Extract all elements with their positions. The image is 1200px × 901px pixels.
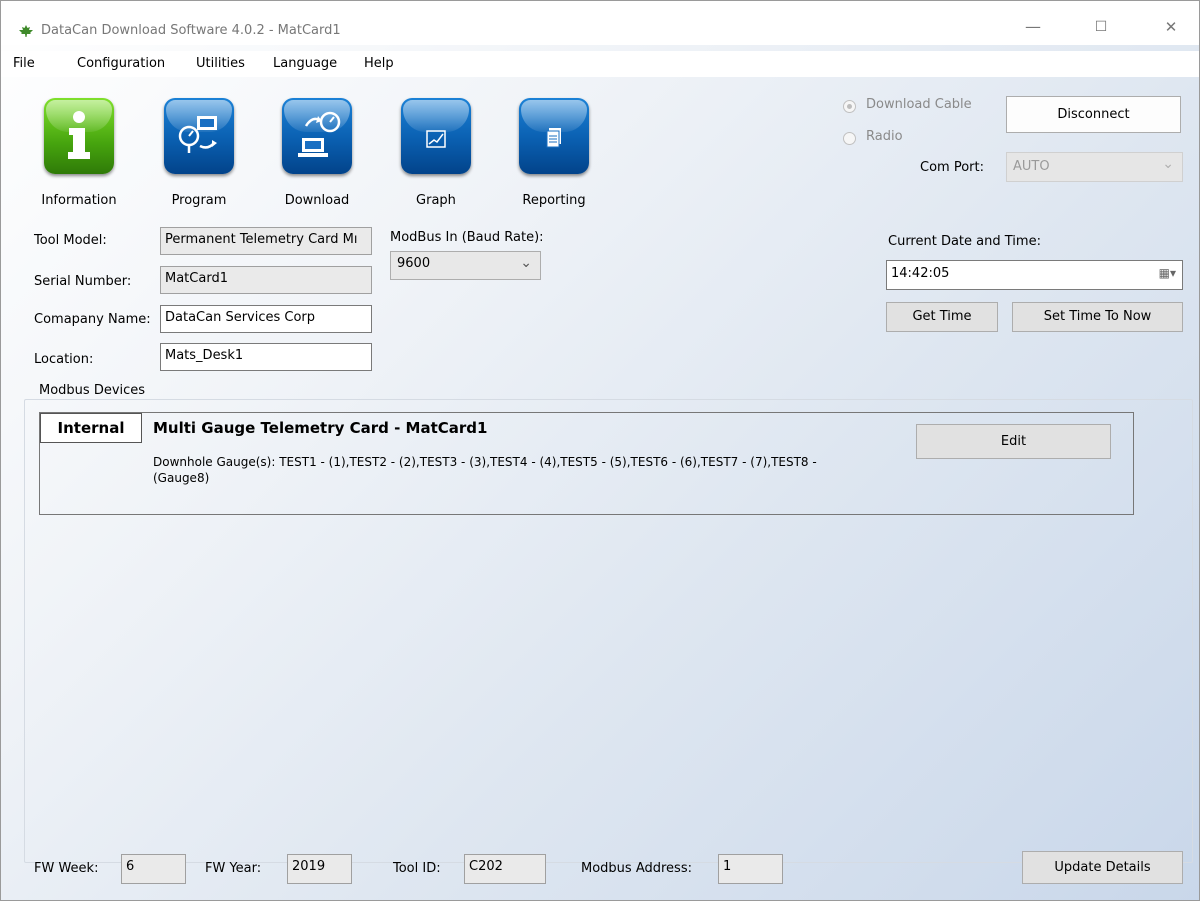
reporting-icon xyxy=(546,128,561,148)
tool-id-field[interactable]: C202 xyxy=(464,854,546,884)
modbus-devices-title: Modbus Devices xyxy=(39,383,146,398)
close-button[interactable]: ✕ xyxy=(1151,15,1191,39)
download-icon xyxy=(298,111,341,157)
fw-week-label: FW Week: xyxy=(34,861,99,876)
menu-configuration[interactable]: Configuration xyxy=(77,56,165,71)
datetime-label: Current Date and Time: xyxy=(888,234,1041,249)
menu-bar: File Configuration Utilities Language He… xyxy=(1,51,1199,77)
title-bar: DataCan Download Software 4.0.2 - MatCar… xyxy=(1,1,1199,45)
reporting-label: Reporting xyxy=(522,193,586,208)
app-window: DataCan Download Software 4.0.2 - MatCar… xyxy=(0,0,1200,901)
menu-file[interactable]: File xyxy=(13,56,35,71)
program-button[interactable] xyxy=(164,98,234,174)
download-label: Download xyxy=(284,193,350,208)
radio-radio[interactable] xyxy=(843,132,856,145)
program-icon xyxy=(178,116,217,153)
maximize-button[interactable]: ☐ xyxy=(1081,15,1121,39)
download-cable-radio[interactable] xyxy=(843,100,856,113)
com-port-value: AUTO xyxy=(1013,159,1050,174)
maple-leaf-icon xyxy=(19,25,33,37)
information-label: Information xyxy=(41,193,117,208)
baud-rate-value: 9600 xyxy=(397,256,431,271)
download-cable-label: Download Cable xyxy=(866,97,972,112)
update-details-button[interactable]: Update Details xyxy=(1022,851,1183,884)
disconnect-button[interactable]: Disconnect xyxy=(1006,96,1181,133)
tool-id-label: Tool ID: xyxy=(393,861,441,876)
graph-icon xyxy=(426,130,446,148)
download-button[interactable] xyxy=(282,98,352,174)
baud-rate-select[interactable]: 9600 ⌄ xyxy=(390,251,541,280)
menu-utilities[interactable]: Utilities xyxy=(196,56,245,71)
device-panel: Internal Multi Gauge Telemetry Card - Ma… xyxy=(39,412,1134,515)
location-label: Location: xyxy=(34,352,94,367)
edit-button[interactable]: Edit xyxy=(916,424,1111,459)
location-field[interactable]: Mats_Desk1 xyxy=(160,343,372,371)
information-button[interactable] xyxy=(44,98,114,174)
serial-number-label: Serial Number: xyxy=(34,274,132,289)
datetime-value: 14:42:05 xyxy=(891,266,950,281)
calendar-icon[interactable]: ▦▾ xyxy=(1159,266,1176,280)
fw-year-label: FW Year: xyxy=(205,861,262,876)
device-gauges-line1: Downhole Gauge(s): TEST1 - (1),TEST2 - (… xyxy=(153,455,817,469)
company-name-field[interactable]: DataCan Services Corp xyxy=(160,305,372,333)
com-port-select[interactable]: AUTO ⌄ xyxy=(1006,152,1183,182)
internal-tag: Internal xyxy=(40,413,142,443)
minimize-button[interactable]: — xyxy=(1013,15,1053,39)
set-time-button[interactable]: Set Time To Now xyxy=(1012,302,1183,332)
get-time-button[interactable]: Get Time xyxy=(886,302,998,332)
radio-label: Radio xyxy=(866,129,903,144)
device-gauges-line2: (Gauge8) xyxy=(153,471,210,485)
graph-label: Graph xyxy=(416,193,456,208)
fw-week-field[interactable]: 6 xyxy=(121,854,186,884)
tool-model-field[interactable]: Permanent Telemetry Card Mı xyxy=(160,227,372,255)
com-port-label: Com Port: xyxy=(920,160,984,175)
graph-button[interactable] xyxy=(401,98,471,174)
modbus-in-label: ModBus In (Baud Rate): xyxy=(390,230,544,245)
chevron-down-icon: ⌄ xyxy=(1162,156,1174,172)
device-name: Multi Gauge Telemetry Card - MatCard1 xyxy=(153,419,488,437)
window-title: DataCan Download Software 4.0.2 - MatCar… xyxy=(41,23,341,38)
fw-year-field[interactable]: 2019 xyxy=(287,854,352,884)
serial-number-field[interactable]: MatCard1 xyxy=(160,266,372,294)
datetime-field[interactable]: 14:42:05 ▦▾ xyxy=(886,260,1183,290)
company-name-label: Comapany Name: xyxy=(34,312,151,327)
tool-model-label: Tool Model: xyxy=(34,233,107,248)
chevron-down-icon: ⌄ xyxy=(520,255,532,271)
modbus-address-field[interactable]: 1 xyxy=(718,854,783,884)
modbus-address-label: Modbus Address: xyxy=(581,861,692,876)
menu-help[interactable]: Help xyxy=(364,56,394,71)
reporting-button[interactable] xyxy=(519,98,589,174)
info-icon xyxy=(68,111,90,159)
program-label: Program xyxy=(171,193,227,208)
menu-language[interactable]: Language xyxy=(273,56,337,71)
